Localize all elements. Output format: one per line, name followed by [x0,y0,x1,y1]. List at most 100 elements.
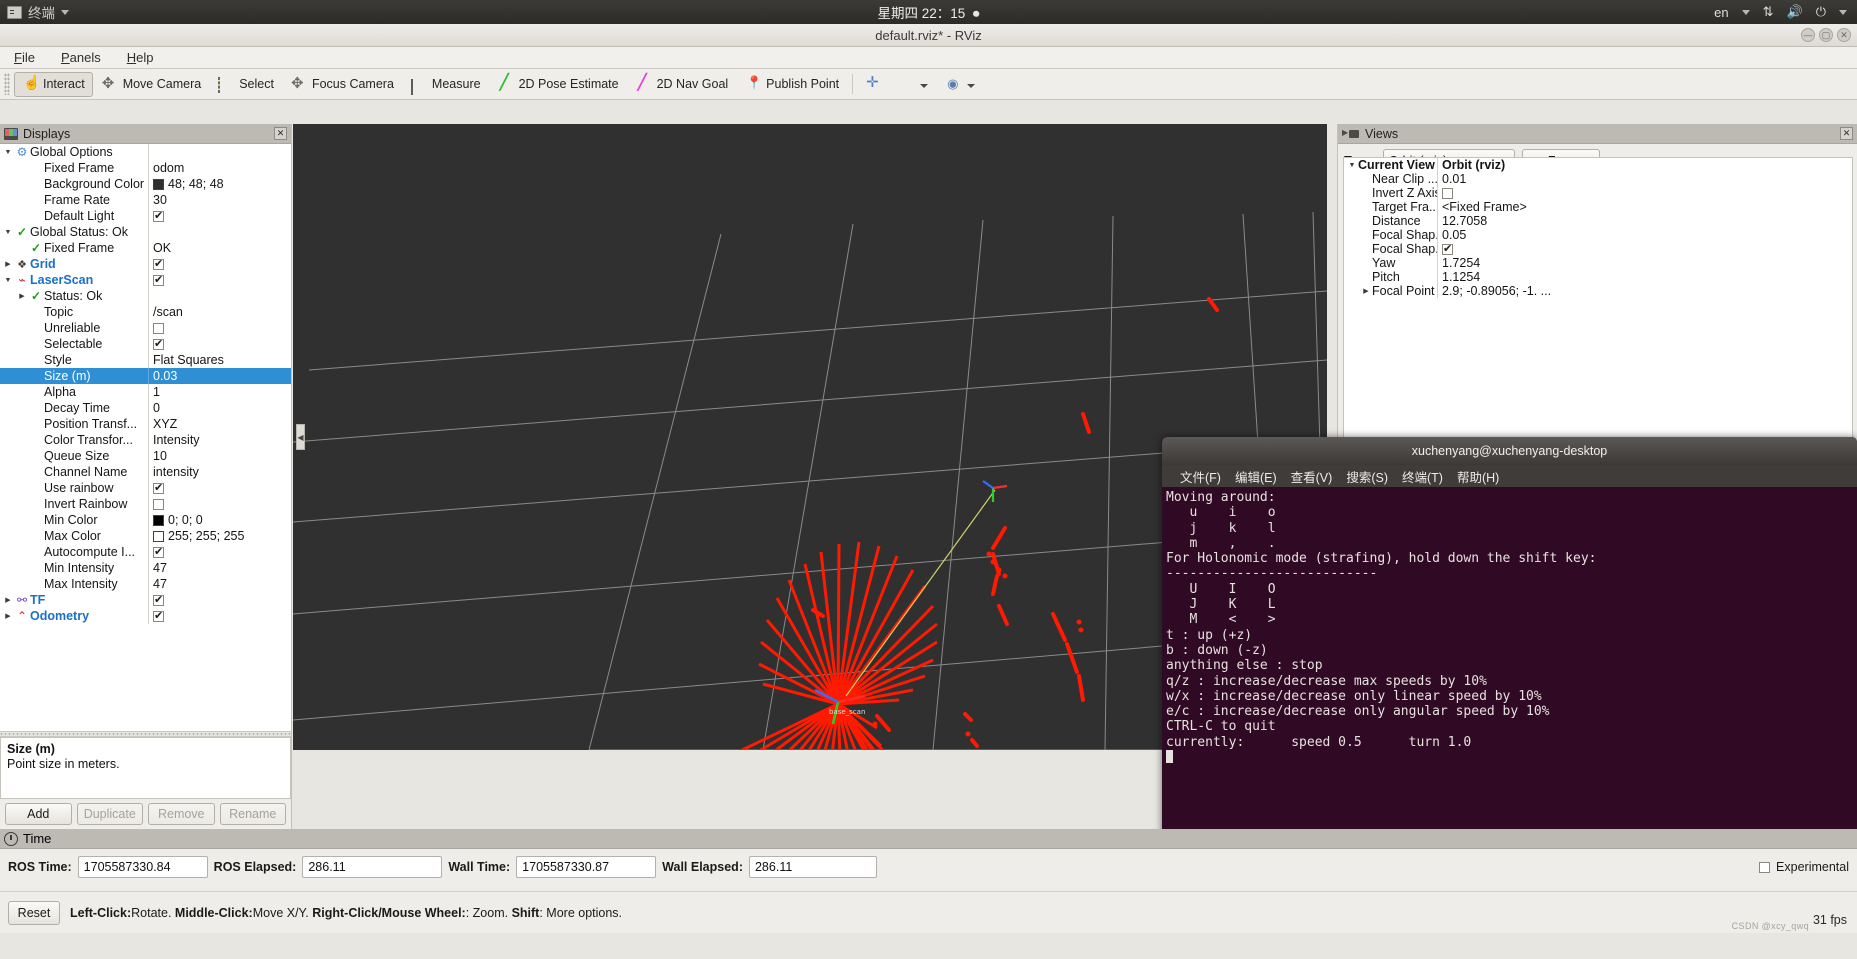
display-row-max-color[interactable]: Max Color 255; 255; 255 [0,528,291,544]
expand-arrow-icon[interactable] [2,612,14,620]
reset-button[interactable]: Reset [8,900,60,925]
display-row-color-transfor[interactable]: Color Transfor... Intensity [0,432,291,448]
display-row-tf[interactable]: ⚯TF [0,592,291,608]
terminal-menu-item-1[interactable]: 编辑(E) [1235,467,1277,486]
tool-interact[interactable]: Interact [14,71,93,97]
keyboard-layout-indicator[interactable]: en [1714,5,1728,20]
view-row-value[interactable]: Orbit (rviz) [1437,158,1852,172]
terminal-menu-item-3[interactable]: 搜索(S) [1346,467,1388,486]
color-swatch[interactable] [153,530,164,542]
display-row-value[interactable] [148,256,291,272]
display-row-value[interactable]: Flat Squares [148,352,291,368]
minimize-button[interactable]: — [1801,28,1815,42]
view-row-target-fra[interactable]: Target Fra... <Fixed Frame> [1344,200,1852,214]
view-row-focal-shap[interactable]: Focal Shap...0.05 [1344,228,1852,242]
display-row-value[interactable] [148,144,291,160]
display-row-decay-time[interactable]: Decay Time 0 [0,400,291,416]
checkbox[interactable] [153,545,164,558]
display-row-queue-size[interactable]: Queue Size 10 [0,448,291,464]
close-button[interactable]: ✕ [1837,28,1851,42]
checkbox[interactable] [153,498,164,510]
display-row-value[interactable] [148,224,291,240]
menu-item-help[interactable]: Help [123,49,158,66]
wall-elapsed-field[interactable]: 286.11 [748,856,877,878]
display-row-value[interactable] [148,272,291,288]
display-row-value[interactable] [148,544,291,560]
remove-tool-button[interactable] [891,72,937,97]
display-row-value[interactable]: 0.03 [148,368,291,384]
tool-2d-nav-goal[interactable]: 2D Nav Goal [628,72,737,97]
collapse-arrow-icon[interactable] [2,229,14,236]
display-row-laserscan[interactable]: ⌁ LaserScan [0,272,291,288]
tool-select[interactable]: Select [210,72,282,97]
view-row-value[interactable] [1437,242,1852,256]
tool-properties-button[interactable] [938,72,984,97]
experimental-toggle[interactable]: Experimental [1759,860,1849,874]
display-row-max-intensity[interactable]: Max Intensity 47 [0,576,291,592]
dropdown-caret-icon[interactable] [61,9,69,15]
add-tool-button[interactable] [858,72,890,97]
terminal-menu-item-4[interactable]: 终端(T) [1402,467,1443,486]
view-row-yaw[interactable]: Yaw 1.7254 [1344,256,1852,270]
tool-properties-caret-icon[interactable] [967,72,976,97]
keyboard-caret-icon[interactable] [1741,9,1750,15]
view-row-value[interactable] [1437,186,1852,200]
display-row-invert-rainbow[interactable]: Invert Rainbow [0,496,291,512]
display-row-value[interactable] [148,336,291,352]
display-row-value[interactable] [148,496,291,512]
view-row-value[interactable]: 1.1254 [1437,270,1852,284]
displays-close-icon[interactable]: ✕ [274,127,287,140]
display-row-fixed-frame[interactable]: ✓ Fixed Frame OK [0,240,291,256]
view-row-value[interactable]: <Fixed Frame> [1437,200,1852,214]
display-row-value[interactable]: Intensity [148,432,291,448]
display-row-value[interactable]: 10 [148,448,291,464]
unity-app-name[interactable]: 终端 [28,2,55,22]
terminal-output[interactable]: Moving around: u i o j k l m , . For Holo… [1162,487,1857,862]
display-row-value[interactable]: intensity [148,464,291,480]
checkbox[interactable] [1442,242,1453,255]
display-row-value[interactable] [148,208,291,224]
menu-item-panels[interactable]: Panels [57,49,105,66]
view-row-focal-shap[interactable]: Focal Shap... [1344,242,1852,256]
display-row-status-ok[interactable]: ✓Status: Ok [0,288,291,304]
display-row-value[interactable]: 47 [148,576,291,592]
display-row-value[interactable]: XYZ [148,416,291,432]
display-row-value[interactable]: 47 [148,560,291,576]
session-caret-icon[interactable] [1839,9,1847,15]
display-row-position-transf[interactable]: Position Transf... XYZ [0,416,291,432]
display-row-value[interactable]: odom [148,160,291,176]
view-row-invert-z-axis[interactable]: Invert Z Axis [1344,186,1852,200]
display-row-value[interactable] [148,480,291,496]
display-row-value[interactable]: OK [148,240,291,256]
display-row-global-options[interactable]: ⚙Global Options [0,144,291,160]
display-row-channel-name[interactable]: Channel Name intensity [0,464,291,480]
maximize-button[interactable]: ▢ [1819,28,1833,42]
view-row-value[interactable]: 0.01 [1437,172,1852,186]
display-row-value[interactable]: 0 [148,400,291,416]
display-row-grid[interactable]: ❖Grid [0,256,291,272]
display-row-style[interactable]: Style Flat Squares [0,352,291,368]
ros-time-field[interactable]: 1705587330.84 [77,856,208,878]
display-row-value[interactable]: 0; 0; 0 [148,512,291,528]
tool-measure[interactable]: Measure [403,72,489,97]
display-row-frame-rate[interactable]: Frame Rate 30 [0,192,291,208]
tool-move-camera[interactable]: Move Camera [94,72,210,97]
network-icon[interactable]: ⇅ [1763,4,1774,20]
collapse-arrow-icon[interactable] [1346,162,1358,169]
view-row-focal-point[interactable]: Focal Point2.9; -0.89056; -1. ... [1344,284,1852,298]
display-row-value[interactable]: /scan [148,304,291,320]
display-row-fixed-frame[interactable]: Fixed Frame odom [0,160,291,176]
display-row-size-m[interactable]: Size (m) 0.03 [0,368,291,384]
view-row-near-clip[interactable]: Near Clip ... 0.01 [1344,172,1852,186]
volume-icon[interactable]: 🔊 [1787,4,1803,20]
display-row-value[interactable]: 30 [148,192,291,208]
tool-publish-point[interactable]: Publish Point [737,72,847,97]
checkbox[interactable] [153,481,164,494]
power-icon[interactable]: ⏻ [1816,4,1826,20]
expand-arrow-icon[interactable] [1360,287,1372,295]
display-row-value[interactable]: 48; 48; 48 [148,176,291,192]
checkbox[interactable] [153,337,164,350]
tool-focus-camera[interactable]: Focus Camera [283,72,402,97]
views-close-icon[interactable]: ✕ [1840,127,1853,140]
unity-clock[interactable]: 星期四 22：15 [877,6,965,21]
